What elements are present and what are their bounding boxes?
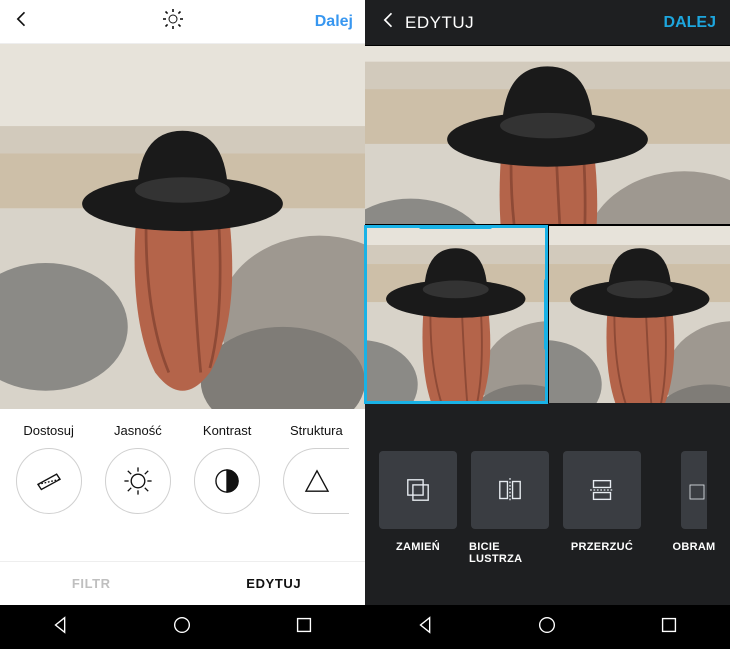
tool-adjust[interactable]: Dostosuj (8, 423, 90, 514)
nav-home-icon[interactable] (536, 614, 558, 641)
brightness-icon (105, 448, 171, 514)
action-mirror[interactable]: BICIE LUSTRZA (469, 451, 551, 565)
tool-label: Kontrast (203, 423, 251, 438)
next-button[interactable]: DALEJ (664, 14, 716, 32)
tool-label: Dostosuj (23, 423, 74, 438)
collage-cell-2[interactable] (549, 226, 730, 404)
action-flip[interactable]: PRZERZUĆ (561, 451, 643, 565)
tool-structure[interactable]: Struktura (275, 423, 357, 514)
collage-editor-pane: EDYTUJ DALEJ (365, 0, 730, 649)
lux-icon[interactable] (161, 7, 185, 36)
edit-tools-panel: Dostosuj Jasność Kontrast (0, 409, 365, 605)
instagram-editor-pane: Dalej Dostosuj Jasność (0, 0, 365, 649)
action-label: ZAMIEŃ (396, 541, 440, 553)
contrast-icon (194, 448, 260, 514)
tool-label: Struktura (290, 423, 343, 438)
tool-contrast[interactable]: Kontrast (186, 423, 268, 514)
nav-back-icon[interactable] (415, 614, 437, 641)
photo-preview[interactable] (0, 44, 365, 409)
android-navbar-left (0, 605, 365, 649)
collage-cell-1[interactable] (365, 226, 547, 404)
left-header: Dalej (0, 0, 365, 44)
nav-home-icon[interactable] (171, 614, 193, 641)
action-label: BICIE LUSTRZA (469, 541, 551, 565)
action-label: OBRAM (672, 541, 715, 553)
collage-actions: ZAMIEŃ BICIE LUSTRZA PRZERZUĆ (365, 403, 730, 605)
collage-cell-0[interactable] (365, 46, 730, 224)
collage-canvas[interactable] (365, 46, 730, 403)
tab-edit[interactable]: EDYTUJ (183, 562, 366, 605)
android-navbar-right (365, 605, 730, 649)
action-label: PRZERZUĆ (571, 541, 633, 553)
nav-back-icon[interactable] (50, 614, 72, 641)
action-replace[interactable]: ZAMIEŃ (377, 451, 459, 565)
replace-icon (379, 451, 457, 529)
adjust-icon (16, 448, 82, 514)
right-header: EDYTUJ DALEJ (365, 0, 730, 46)
resize-handle-right[interactable] (544, 279, 547, 350)
next-button[interactable]: Dalej (315, 13, 353, 31)
resize-handle-top[interactable] (419, 226, 492, 229)
action-border[interactable]: OBRAM (653, 451, 730, 565)
tab-filter[interactable]: FILTR (0, 562, 183, 605)
nav-recent-icon[interactable] (293, 614, 315, 641)
border-icon (681, 451, 707, 529)
left-tabs: FILTR EDYTUJ (0, 561, 365, 605)
tool-label: Jasność (114, 423, 162, 438)
mirror-icon (471, 451, 549, 529)
back-arrow-icon[interactable] (379, 10, 399, 35)
tool-brightness[interactable]: Jasność (97, 423, 179, 514)
flip-icon (563, 451, 641, 529)
back-arrow-icon[interactable] (12, 9, 32, 34)
nav-recent-icon[interactable] (658, 614, 680, 641)
structure-icon (283, 448, 349, 514)
page-title: EDYTUJ (405, 13, 664, 33)
